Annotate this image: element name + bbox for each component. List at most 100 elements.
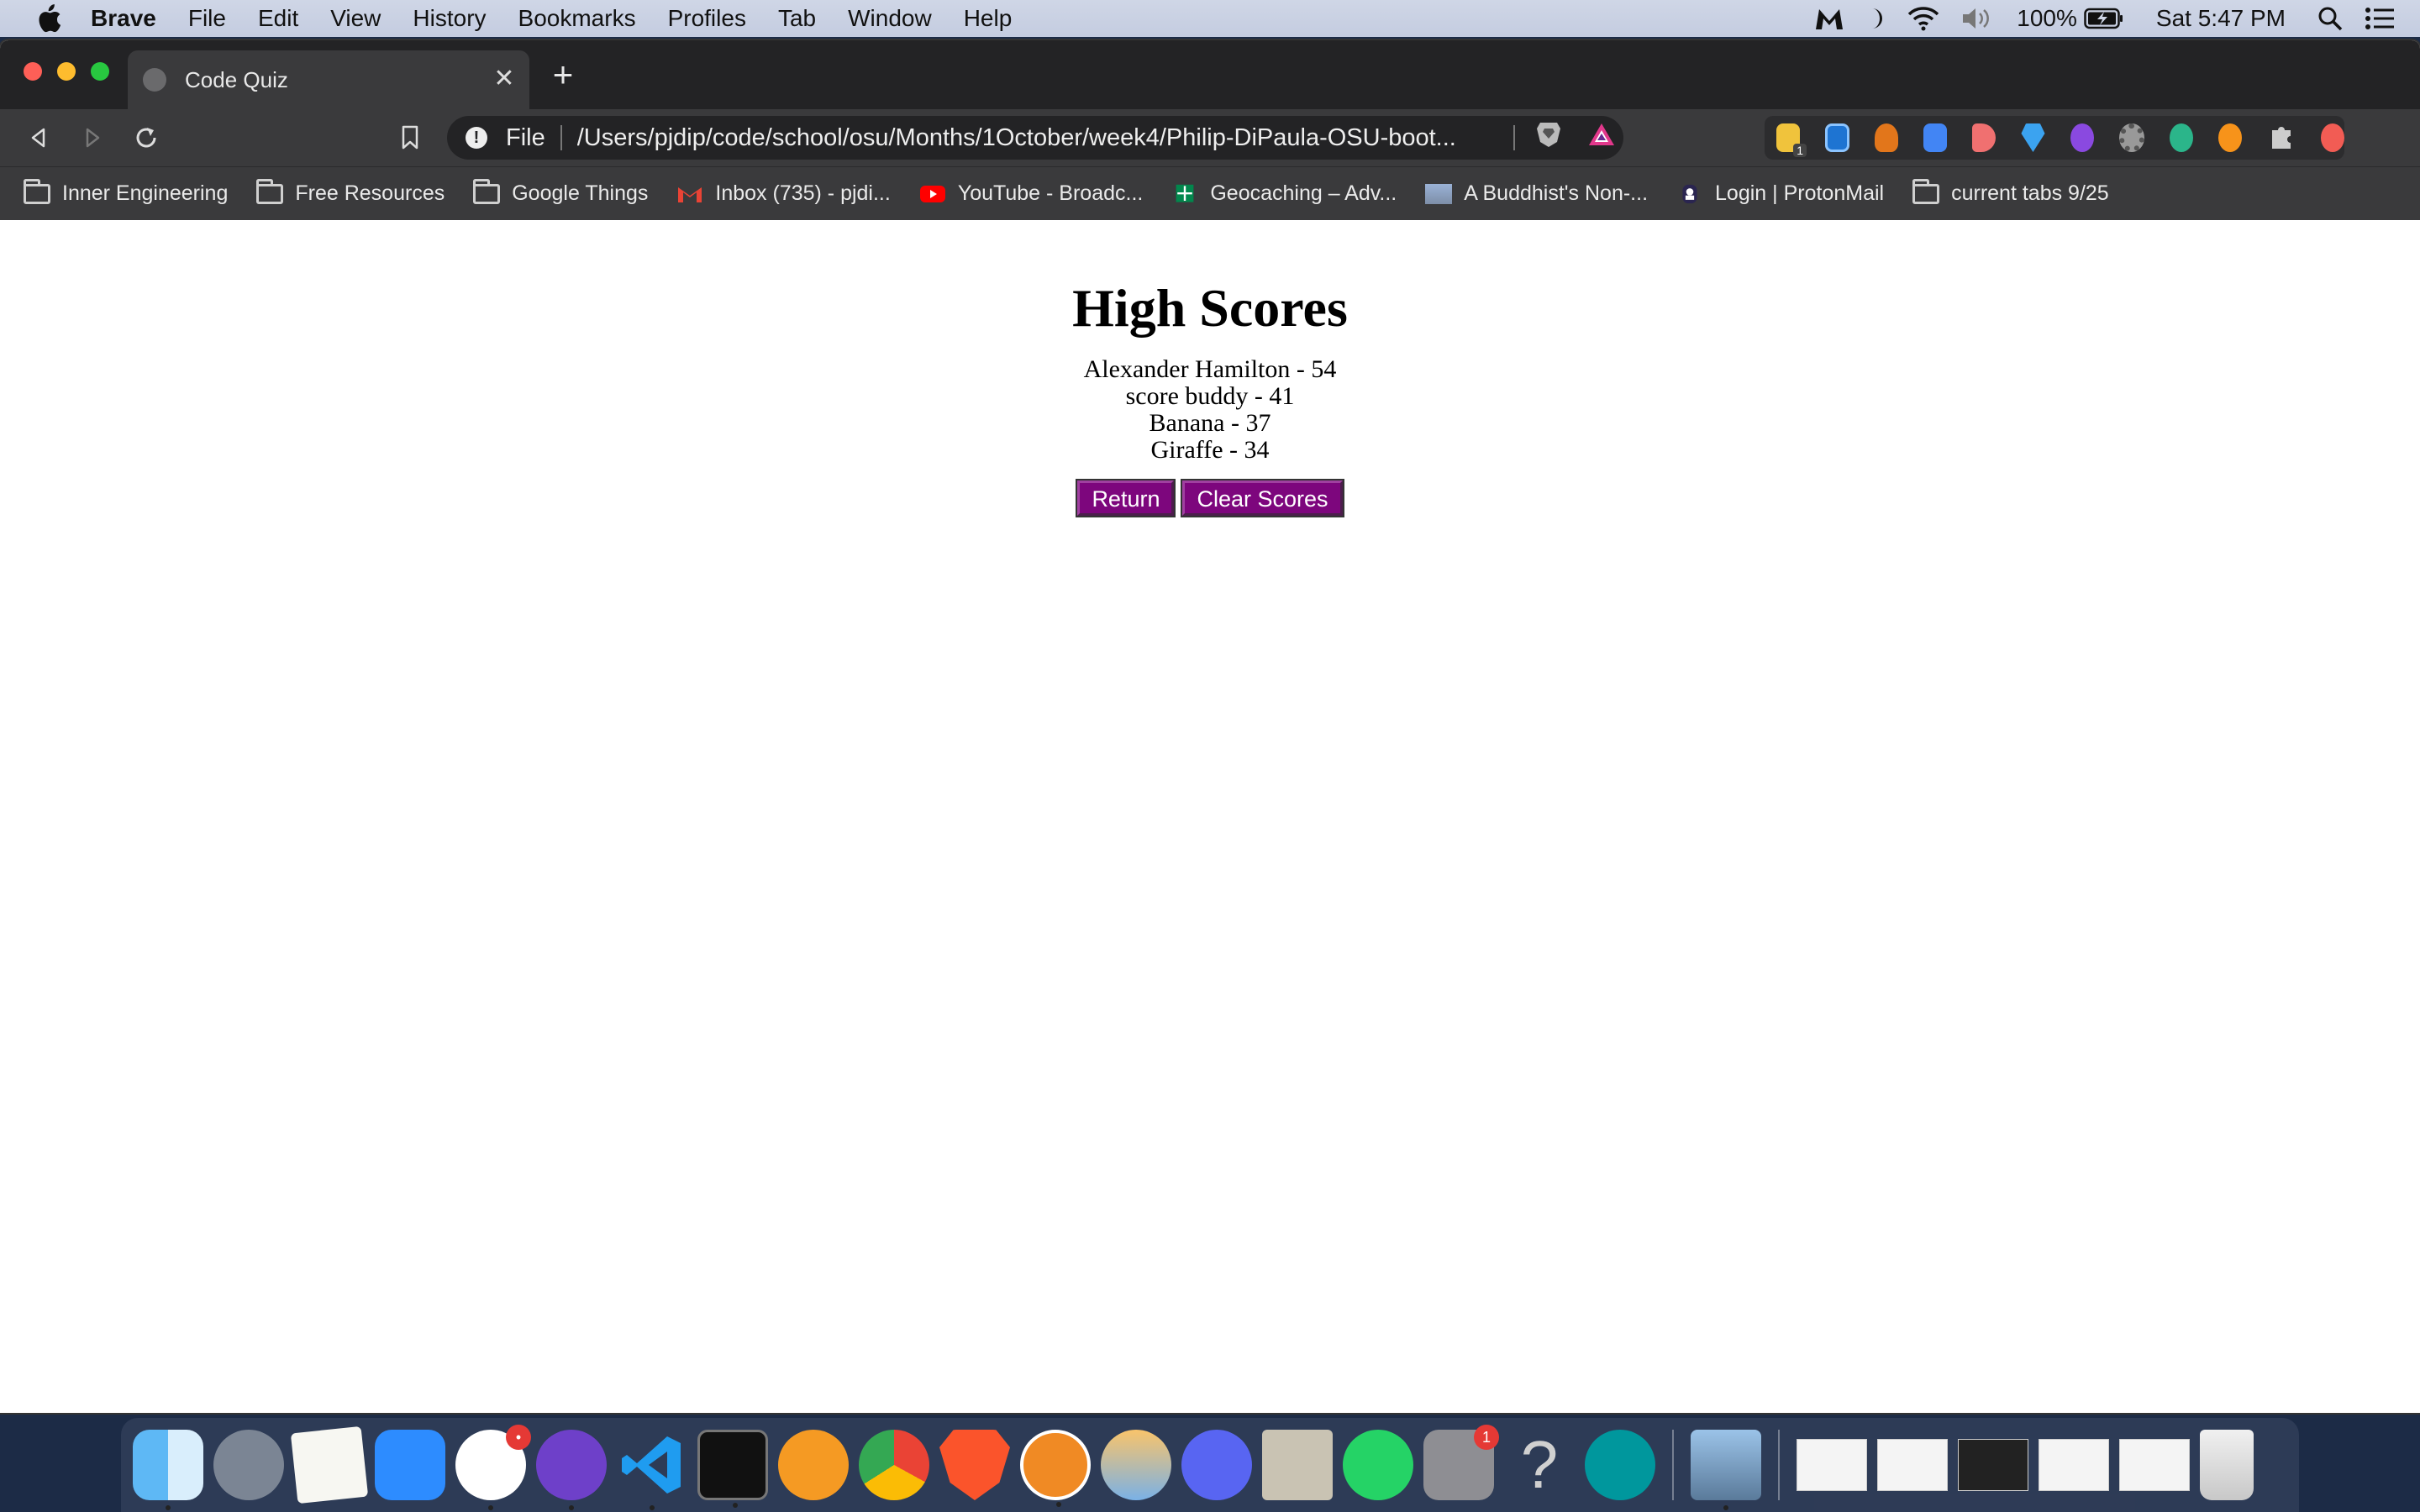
- folder-icon: [24, 178, 50, 204]
- bookmark-free-resources[interactable]: Free Resources: [256, 178, 445, 206]
- sticky-notes-extension-icon[interactable]: 1: [1776, 123, 1807, 157]
- bookmark-inner-engineering[interactable]: Inner Engineering: [24, 178, 228, 206]
- sublime-merge-icon[interactable]: [778, 1430, 849, 1500]
- calculator-icon[interactable]: [1262, 1430, 1333, 1500]
- menu-bookmarks[interactable]: Bookmarks: [518, 5, 636, 32]
- back-icon[interactable]: [22, 121, 55, 155]
- gear-icon[interactable]: [2118, 123, 2144, 152]
- slack-icon[interactable]: •: [455, 1425, 531, 1510]
- vscode-icon[interactable]: [617, 1430, 687, 1510]
- notification-center-icon[interactable]: [2365, 7, 2395, 30]
- bookmark-geocaching[interactable]: Geocaching – Adv...: [1171, 181, 1397, 206]
- terminal-icon[interactable]: [697, 1430, 768, 1508]
- new-tab-button[interactable]: +: [546, 57, 580, 92]
- whatsapp-icon[interactable]: [1343, 1430, 1413, 1500]
- menu-help[interactable]: Help: [964, 5, 1013, 32]
- tab-code-quiz[interactable]: Code Quiz ✕: [128, 50, 529, 109]
- bookmark-current-tabs[interactable]: current tabs 9/25: [1912, 178, 2109, 206]
- bookmark-label: Google Things: [512, 181, 649, 205]
- clock[interactable]: Sat 5:47 PM: [2156, 5, 2286, 32]
- preview-icon[interactable]: [1691, 1430, 1761, 1510]
- trash-icon[interactable]: [2200, 1430, 2254, 1500]
- minimize-window-button[interactable]: [57, 62, 76, 81]
- bookmark-inbox[interactable]: Inbox (735) - pjdi...: [676, 181, 891, 206]
- bookmark-google-things[interactable]: Google Things: [473, 178, 649, 206]
- minimized-window-thumbnail[interactable]: [1958, 1439, 2028, 1491]
- bookmark-protonmail[interactable]: Login | ProtonMail: [1676, 181, 1884, 206]
- discord-icon[interactable]: [1181, 1430, 1252, 1500]
- spotlight-search-icon[interactable]: [2317, 6, 2343, 31]
- zoom-window-button[interactable]: [91, 62, 109, 81]
- minimized-window-thumbnail[interactable]: [2119, 1439, 2190, 1491]
- diamond-extension-icon[interactable]: [2021, 123, 2045, 152]
- minimized-window-thumbnail[interactable]: [2039, 1439, 2109, 1491]
- minimized-window-thumbnail[interactable]: [1877, 1439, 1948, 1491]
- menu-tab[interactable]: Tab: [778, 5, 816, 32]
- tab-close-icon[interactable]: ✕: [491, 66, 518, 92]
- battery-percent[interactable]: 100%: [2017, 5, 2077, 32]
- bitcoin-extension-icon[interactable]: [2217, 123, 2242, 152]
- update-avatar-icon[interactable]: [2320, 123, 2344, 152]
- geocaching-icon: [1176, 184, 1194, 202]
- score-entry: Alexander Hamilton - 54: [1083, 355, 1337, 383]
- dock-divider: [1672, 1430, 1674, 1500]
- menu-file[interactable]: File: [188, 5, 226, 32]
- video-extension-icon[interactable]: [1972, 123, 1996, 152]
- system-preferences-icon[interactable]: 1: [1423, 1425, 1499, 1500]
- menu-app-name[interactable]: Brave: [91, 5, 156, 32]
- moon-icon[interactable]: [1867, 7, 1886, 30]
- close-window-button[interactable]: [24, 62, 42, 81]
- score-entry: Giraffe - 34: [1150, 436, 1270, 464]
- url-path: /Users/pjdip/code/school/osu/Months/1Oct…: [576, 123, 1456, 151]
- forward-icon[interactable]: [76, 121, 109, 155]
- metamask-fox-icon[interactable]: [1875, 123, 1899, 152]
- arduino-icon[interactable]: [1585, 1430, 1655, 1500]
- launchpad-rocket-icon[interactable]: [213, 1430, 284, 1500]
- battery-icon[interactable]: [2084, 8, 2124, 29]
- return-button[interactable]: Return: [1076, 479, 1176, 517]
- textedit-icon[interactable]: [290, 1425, 369, 1504]
- extensions-area: 1: [1765, 116, 2344, 160]
- zoom-video-icon[interactable]: [375, 1430, 445, 1500]
- site-info-icon[interactable]: !: [466, 127, 487, 149]
- brave-shields-icon[interactable]: [1535, 120, 1562, 155]
- brave-rewards-icon[interactable]: [1587, 122, 1616, 154]
- menu-view[interactable]: View: [330, 5, 381, 32]
- bookmark-buddhist[interactable]: A Buddhist's Non-...: [1425, 181, 1648, 206]
- weather-icon[interactable]: [1101, 1430, 1171, 1500]
- browser-toolbar: ! File /Users/pjdip/code/school/osu/Mont…: [0, 109, 2420, 166]
- question-mark-icon[interactable]: ?: [1504, 1430, 1575, 1500]
- bookmark-label: YouTube - Broadc...: [957, 181, 1144, 205]
- bookmark-label: Geocaching – Adv...: [1210, 181, 1397, 205]
- tab-strip: Code Quiz ✕ +: [0, 40, 2420, 109]
- menu-edit[interactable]: Edit: [258, 5, 298, 32]
- apple-menu-icon[interactable]: [32, 0, 66, 37]
- google-translate-icon[interactable]: [1923, 123, 1948, 152]
- octocat-extension-icon[interactable]: [2070, 123, 2094, 152]
- menu-window[interactable]: Window: [848, 5, 932, 32]
- settings-badge: 1: [1474, 1425, 1499, 1450]
- menu-profiles[interactable]: Profiles: [668, 5, 746, 32]
- wifi-icon[interactable]: [1907, 6, 1939, 31]
- bookmark-icon[interactable]: [393, 121, 427, 155]
- chrome-icon[interactable]: [859, 1430, 929, 1500]
- puzzle-piece-icon[interactable]: [2267, 123, 2296, 152]
- brave-lion-icon[interactable]: [939, 1430, 1010, 1500]
- page-content: High Scores Alexander Hamilton - 54 scor…: [0, 220, 2420, 1413]
- sketch-diamond-icon[interactable]: [1020, 1430, 1091, 1507]
- finder-icon[interactable]: [133, 1430, 203, 1510]
- bookmark-youtube[interactable]: YouTube - Broadc...: [919, 181, 1144, 206]
- minimized-window-thumbnail[interactable]: [1797, 1439, 1867, 1491]
- folder-icon: [473, 178, 501, 204]
- menu-history[interactable]: History: [413, 5, 486, 32]
- gmail-icon: [678, 186, 702, 202]
- github-desktop-icon[interactable]: [536, 1430, 607, 1510]
- openai-extension-icon[interactable]: [2169, 123, 2193, 152]
- reload-icon[interactable]: [129, 121, 163, 155]
- pushbullet-extension-icon[interactable]: [1825, 123, 1850, 152]
- address-bar[interactable]: ! File /Users/pjdip/code/school/osu/Mont…: [447, 116, 1623, 160]
- dock: • 1 ?: [121, 1418, 2299, 1512]
- volume-icon[interactable]: [1961, 6, 1995, 31]
- malwarebytes-icon[interactable]: [1813, 6, 1845, 31]
- clear-scores-button[interactable]: Clear Scores: [1181, 479, 1344, 517]
